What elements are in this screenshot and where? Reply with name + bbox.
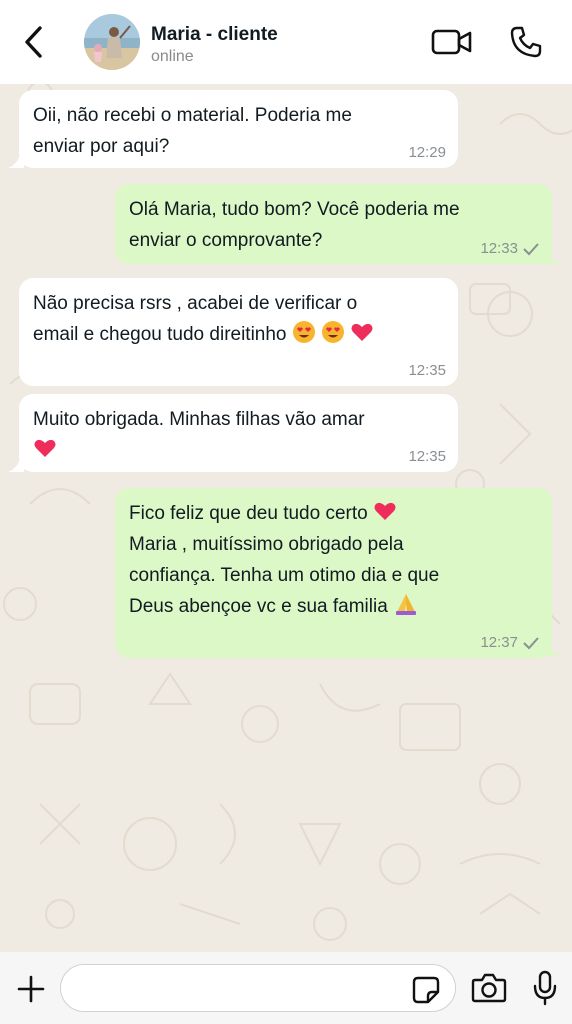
video-call-icon: [431, 29, 472, 55]
video-call-button[interactable]: [430, 26, 474, 58]
message-time: 12:35: [408, 448, 446, 465]
contact-name[interactable]: Maria - cliente: [151, 24, 278, 46]
chat-header: Maria - cliente online: [0, 0, 572, 84]
message-text-line: Fico feliz que deu tudo certo: [129, 498, 538, 529]
message-text-line: enviar o comprovante?: [129, 230, 323, 251]
message-outgoing[interactable]: Olá Maria, tudo bom? Você poderia me env…: [115, 184, 552, 264]
sent-check-icon: [523, 243, 539, 256]
message-text-line: Não precisa rsrs , acabei de verificar o: [33, 293, 358, 314]
message-incoming[interactable]: Não precisa rsrs , acabei de verificar o…: [19, 278, 458, 386]
camera-button[interactable]: [470, 970, 508, 1006]
message-input-container[interactable]: [60, 964, 456, 1012]
message-time: 12:35: [408, 362, 446, 379]
chat-area[interactable]: Oii, não recebi o material. Poderia me e…: [0, 84, 572, 952]
phone-icon: [510, 26, 542, 58]
heart-eyes-emoji: [322, 321, 345, 343]
message-text: Fico feliz que deu tudo certo: [129, 503, 368, 524]
message-text-line: enviar por aqui?: [33, 136, 170, 157]
contact-status: online: [151, 48, 194, 65]
red-heart-emoji: [351, 323, 373, 341]
microphone-button[interactable]: [528, 968, 562, 1008]
message-outgoing[interactable]: Fico feliz que deu tudo certo Maria , mu…: [115, 488, 552, 658]
message-text: email e chegou tudo direitinho: [33, 324, 287, 345]
message-text-line: Maria , muitíssimo obrigado pela: [129, 534, 404, 555]
camera-icon: [471, 973, 507, 1003]
message-text: Deus abençoe vc e sua familia: [129, 596, 388, 617]
message-time: 12:37: [480, 634, 540, 652]
message-incoming[interactable]: Muito obrigada. Minhas filhas vão amar 1…: [19, 394, 458, 472]
attach-button[interactable]: [14, 972, 48, 1006]
message-text-line: Muito obrigada. Minhas filhas vão amar: [33, 409, 365, 430]
message-incoming[interactable]: Oii, não recebi o material. Poderia me e…: [19, 90, 458, 168]
chevron-left-icon: [25, 26, 42, 58]
message-text-line: [33, 435, 444, 466]
folded-hands-emoji: [396, 594, 417, 615]
avatar[interactable]: [84, 14, 140, 70]
message-text-line: Olá Maria, tudo bom? Você poderia me: [129, 199, 460, 220]
microphone-icon: [533, 970, 557, 1006]
message-input[interactable]: [75, 975, 405, 1003]
red-heart-emoji: [374, 502, 396, 520]
sent-check-icon: [523, 637, 539, 650]
message-time: 12:29: [408, 144, 446, 161]
message-text-line: email e chegou tudo direitinho: [33, 319, 444, 350]
sticker-icon: [412, 976, 440, 1004]
message-text-line: confiança. Tenha um otimo dia e que: [129, 565, 440, 586]
plus-icon: [17, 975, 45, 1003]
voice-call-button[interactable]: [506, 22, 546, 62]
message-time: 12:33: [480, 240, 540, 258]
red-heart-emoji: [34, 439, 56, 457]
message-text-line: Oii, não recebi o material. Poderia me: [33, 105, 352, 126]
heart-eyes-emoji: [292, 321, 315, 343]
message-text-line: Deus abençoe vc e sua familia: [129, 591, 538, 622]
sticker-button[interactable]: [410, 974, 442, 1006]
back-button[interactable]: [20, 22, 48, 62]
